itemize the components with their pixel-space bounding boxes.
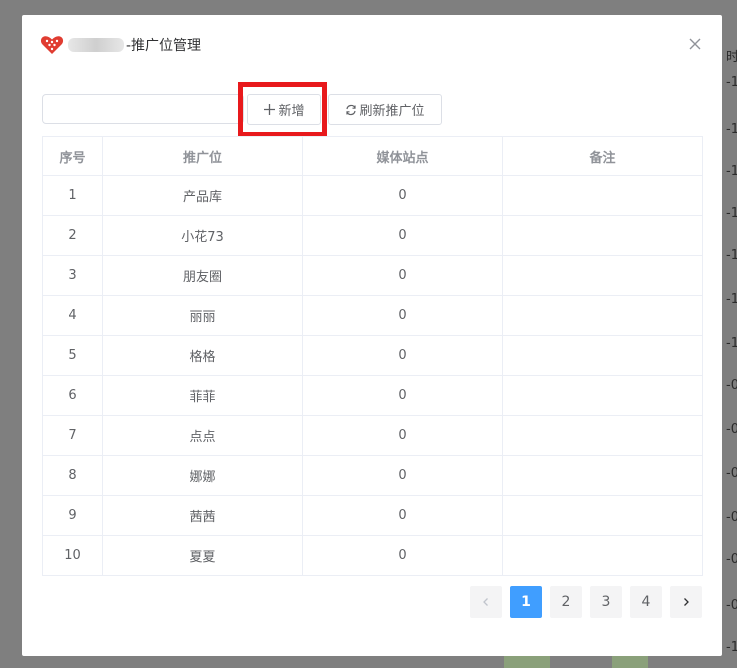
table-header-row: 序号 推广位 媒体站点 备注: [42, 136, 703, 176]
cell-media-site: 0: [302, 375, 503, 416]
background-right-column: 时间 -12 -12 -12 -12 -12 -12 -12 -09 -01 -…: [722, 0, 737, 668]
cell-index: 10: [42, 535, 103, 576]
cell-media-site: 0: [302, 295, 503, 336]
cell-position: 茜茜: [102, 495, 303, 536]
dialog-header: -推广位管理: [40, 35, 201, 55]
cell-media-site: 0: [302, 495, 503, 536]
cell-position: 丽丽: [102, 295, 303, 336]
highlight-box: [238, 82, 327, 137]
background-badge: [612, 656, 648, 668]
background-cell: -01: [726, 598, 737, 613]
cell-position: 产品库: [102, 175, 303, 216]
cell-index: 5: [42, 335, 103, 376]
column-header-position: 推广位: [102, 136, 303, 176]
table-row[interactable]: 7 点点 0: [42, 415, 703, 456]
background-cell: -12: [726, 206, 737, 221]
cell-position: 点点: [102, 415, 303, 456]
table-row[interactable]: 9 茜茜 0: [42, 495, 703, 536]
prev-page-button[interactable]: [470, 586, 502, 618]
cell-index: 8: [42, 455, 103, 496]
cell-index: 6: [42, 375, 103, 416]
cell-media-site: 0: [302, 215, 503, 256]
cell-index: 7: [42, 415, 103, 456]
column-header-media-site: 媒体站点: [302, 136, 503, 176]
cell-index: 2: [42, 215, 103, 256]
cell-index: 9: [42, 495, 103, 536]
cell-remark: [502, 215, 703, 256]
cell-remark: [502, 415, 703, 456]
chevron-left-icon: [483, 598, 488, 606]
cell-index: 3: [42, 255, 103, 296]
background-cell: -01: [726, 466, 737, 481]
cell-media-site: 0: [302, 255, 503, 296]
background-cell: -12: [726, 75, 737, 90]
table-row[interactable]: 6 菲菲 0: [42, 375, 703, 416]
cell-remark: [502, 495, 703, 536]
cell-position: 夏夏: [102, 535, 303, 576]
background-cell: -01: [726, 422, 737, 437]
table-row[interactable]: 4 丽丽 0: [42, 295, 703, 336]
close-icon[interactable]: [688, 37, 702, 51]
refresh-button[interactable]: 刷新推广位: [328, 94, 442, 125]
cell-remark: [502, 175, 703, 216]
blurred-account-name: [68, 38, 124, 52]
background-cell: -09: [726, 378, 737, 393]
page-button-2[interactable]: 2: [550, 586, 582, 618]
cell-position: 小花73: [102, 215, 303, 256]
cell-position: 娜娜: [102, 455, 303, 496]
cell-remark: [502, 535, 703, 576]
cell-position: 菲菲: [102, 375, 303, 416]
table-row[interactable]: 8 娜娜 0: [42, 455, 703, 496]
pagination: 1 2 3 4: [470, 586, 710, 618]
dialog-title: -推广位管理: [126, 38, 202, 54]
cell-position: 朋友圈: [102, 255, 303, 296]
page-button-3[interactable]: 3: [590, 586, 622, 618]
heart-logo-icon: [40, 36, 64, 54]
column-header-index: 序号: [42, 136, 103, 176]
table-row[interactable]: 2 小花73 0: [42, 215, 703, 256]
page-button-4[interactable]: 4: [630, 586, 662, 618]
cell-media-site: 0: [302, 175, 503, 216]
cell-remark: [502, 335, 703, 376]
table-row[interactable]: 10 夏夏 0: [42, 535, 703, 576]
promotion-dialog: -推广位管理 新增 刷新推广位 序号 推广位 媒体站点 备注 1 产品库 0 2…: [22, 15, 722, 656]
background-cell: -12: [726, 122, 737, 137]
background-cell: -10: [726, 640, 737, 655]
cell-index: 1: [42, 175, 103, 216]
cell-index: 4: [42, 295, 103, 336]
background-cell: -01: [726, 552, 737, 567]
background-cell: -12: [726, 336, 737, 351]
table-row[interactable]: 5 格格 0: [42, 335, 703, 376]
background-bottom-strip: [22, 656, 722, 668]
background-cell: -12: [726, 248, 737, 263]
cell-position: 格格: [102, 335, 303, 376]
next-page-button[interactable]: [670, 586, 702, 618]
cell-media-site: 0: [302, 455, 503, 496]
cell-media-site: 0: [302, 335, 503, 376]
background-cell: -12: [726, 164, 737, 179]
cell-remark: [502, 375, 703, 416]
background-badge: [504, 656, 550, 668]
background-cell: -01: [726, 510, 737, 525]
page-button-1[interactable]: 1: [510, 586, 542, 618]
table-row[interactable]: 1 产品库 0: [42, 175, 703, 216]
promotion-table: 序号 推广位 媒体站点 备注 1 产品库 0 2 小花73 0 3 朋友圈 0 4 丽丽 0 5…: [42, 136, 703, 576]
chevron-right-icon: [684, 598, 689, 606]
background-cell: 时间: [726, 50, 737, 65]
table-row[interactable]: 3 朋友圈 0: [42, 255, 703, 296]
background-cell: -12: [726, 292, 737, 307]
cell-remark: [502, 255, 703, 296]
refresh-button-label: 刷新推广位: [359, 104, 425, 119]
column-header-remark: 备注: [502, 136, 703, 176]
cell-media-site: 0: [302, 415, 503, 456]
cell-remark: [502, 295, 703, 336]
search-input[interactable]: [42, 94, 244, 124]
cell-remark: [502, 455, 703, 496]
cell-media-site: 0: [302, 535, 503, 576]
refresh-icon: [346, 104, 357, 115]
